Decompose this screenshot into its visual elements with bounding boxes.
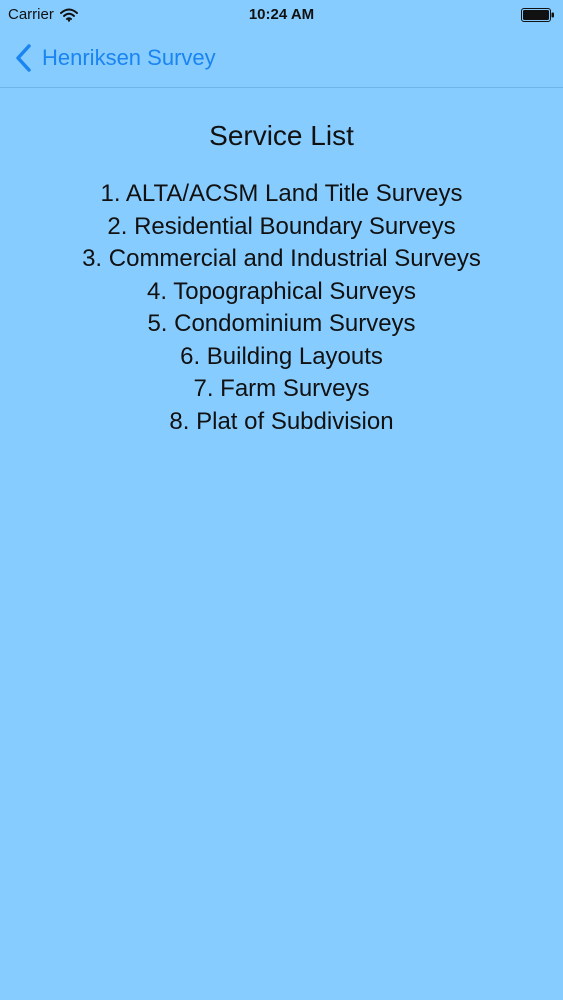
back-button[interactable]: Henriksen Survey [14, 42, 216, 74]
service-item-plat: 8. Plat of Subdivision [169, 407, 394, 435]
page-title: Service List [209, 120, 354, 151]
service-list: 1. ALTA/ACSM Land Title Surveys 2. Resid… [0, 178, 563, 438]
chevron-left-icon [16, 44, 31, 72]
status-bar: Carrier 10:24 AM [0, 0, 563, 30]
service-item-commercial: 3. Commercial and Industrial Surveys [82, 245, 481, 272]
status-time: 10:24 AM [248, 6, 315, 23]
main-content: Service List 1. ALTA/ACSM Land Title Sur… [0, 88, 563, 438]
service-item-topographical: 4. Topographical Surveys [146, 277, 417, 305]
service-item-farm: 7. Farm Surveys [193, 375, 370, 402]
navigation-bar: Henriksen Survey [0, 30, 563, 88]
service-item-alta: 1. ALTA/ACSM Land Title Surveys [100, 180, 463, 207]
service-item-residential: 2. Residential Boundary Surveys [107, 212, 456, 240]
battery-icon [521, 8, 554, 22]
service-item-condominium: 5. Condominium Surveys [147, 310, 416, 337]
back-button-label: Henriksen Survey [42, 45, 216, 70]
service-item-building-layouts: 6. Building Layouts [180, 342, 383, 370]
